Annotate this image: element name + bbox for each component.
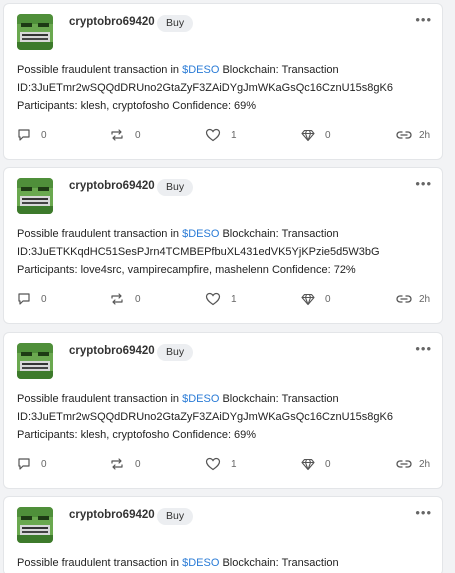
diamond-count: 0 bbox=[325, 458, 331, 470]
username[interactable]: cryptobro69420 bbox=[69, 509, 155, 521]
comment-icon bbox=[17, 457, 31, 471]
post-text-line-1: Possible fraudulent transaction in $DESO… bbox=[17, 225, 437, 243]
post-text-line-1: Possible fraudulent transaction in $DESO… bbox=[17, 61, 437, 79]
post-text-suffix: Blockchain: Transaction bbox=[219, 393, 339, 405]
diamond-button[interactable]: 0 bbox=[301, 455, 331, 473]
post-text-line-2: ID:3JuETmr2wSQQdDRUno2GtaZyF3ZAiDYgJmWKa… bbox=[17, 82, 393, 94]
comment-count: 0 bbox=[41, 458, 47, 470]
like-count: 1 bbox=[231, 458, 237, 470]
post-body: Possible fraudulent transaction in $DESO… bbox=[17, 390, 437, 444]
comment-icon bbox=[17, 292, 31, 306]
username[interactable]: cryptobro69420 bbox=[69, 345, 155, 357]
coin-tag-link[interactable]: $DESO bbox=[182, 557, 219, 569]
more-dots-icon[interactable]: ••• bbox=[415, 506, 432, 519]
post-timestamp: 2h bbox=[419, 458, 431, 470]
buy-button[interactable]: Buy bbox=[157, 508, 194, 525]
like-button[interactable]: 1 bbox=[205, 126, 237, 144]
more-dots-icon[interactable]: ••• bbox=[415, 342, 432, 355]
more-dots-icon[interactable]: ••• bbox=[415, 177, 432, 190]
link-icon bbox=[396, 130, 412, 140]
like-button[interactable]: 1 bbox=[205, 455, 237, 473]
post-text-suffix: Blockchain: Transaction bbox=[219, 64, 339, 76]
post-text-line-1: Possible fraudulent transaction in $DESO… bbox=[17, 390, 437, 408]
comment-count: 0 bbox=[41, 129, 47, 141]
avatar[interactable] bbox=[17, 507, 53, 543]
repost-icon bbox=[109, 128, 125, 142]
like-count: 1 bbox=[231, 129, 237, 141]
comment-button[interactable]: 0 bbox=[17, 455, 47, 473]
diamond-icon bbox=[301, 129, 315, 142]
like-count: 1 bbox=[231, 293, 237, 305]
comment-button[interactable]: 0 bbox=[17, 126, 47, 144]
post-text-line-3: Participants: klesh, cryptofosho Confide… bbox=[17, 100, 257, 112]
post-card[interactable]: cryptobro69420 Buy ••• Possible fraudule… bbox=[3, 167, 443, 324]
comment-button[interactable]: 0 bbox=[17, 290, 47, 308]
link-icon bbox=[396, 294, 412, 304]
post-actions: 0 0 1 0 2h bbox=[4, 455, 442, 473]
heart-icon bbox=[205, 457, 221, 471]
diamond-count: 0 bbox=[325, 129, 331, 141]
post-card[interactable]: cryptobro69420 Buy ••• Possible fraudule… bbox=[3, 3, 443, 160]
post-timestamp: 2h bbox=[419, 129, 431, 141]
repost-icon bbox=[109, 457, 125, 471]
repost-button[interactable]: 0 bbox=[109, 455, 141, 473]
buy-button[interactable]: Buy bbox=[157, 15, 194, 32]
repost-icon bbox=[109, 292, 125, 306]
post-actions: 0 0 1 0 2h bbox=[4, 126, 442, 144]
repost-button[interactable]: 0 bbox=[109, 290, 141, 308]
diamond-count: 0 bbox=[325, 293, 331, 305]
post-text-prefix: Possible fraudulent transaction in bbox=[17, 393, 183, 405]
post-timestamp: 2h bbox=[419, 293, 431, 305]
username[interactable]: cryptobro69420 bbox=[69, 180, 155, 192]
copy-link-button[interactable]: 2h bbox=[396, 290, 430, 308]
post-text-line-2: ID:3JuETKKqdHC51SesPJrn4TCMBEPfbuXL431ed… bbox=[17, 246, 380, 258]
post-body: Possible fraudulent transaction in $DESO… bbox=[17, 225, 437, 279]
post-text-prefix: Possible fraudulent transaction in bbox=[17, 228, 183, 240]
post-text-suffix: Blockchain: Transaction bbox=[219, 228, 339, 240]
repost-count: 0 bbox=[135, 293, 141, 305]
diamond-button[interactable]: 0 bbox=[301, 126, 331, 144]
like-button[interactable]: 1 bbox=[205, 290, 237, 308]
comment-icon bbox=[17, 128, 31, 142]
buy-button[interactable]: Buy bbox=[157, 344, 194, 361]
post-actions: 0 0 1 0 2h bbox=[4, 290, 442, 308]
heart-icon bbox=[205, 128, 221, 142]
post-text-suffix: Blockchain: Transaction bbox=[219, 557, 339, 569]
coin-tag-link[interactable]: $DESO bbox=[182, 228, 219, 240]
post-text-line-2: ID:3JuETmr2wSQQdDRUno2GtaZyF3ZAiDYgJmWKa… bbox=[17, 411, 393, 423]
copy-link-button[interactable]: 2h bbox=[396, 126, 430, 144]
post-body: Possible fraudulent transaction in $DESO… bbox=[17, 61, 437, 115]
post-text-prefix: Possible fraudulent transaction in bbox=[17, 64, 183, 76]
diamond-icon bbox=[301, 458, 315, 471]
repost-count: 0 bbox=[135, 129, 141, 141]
buy-button[interactable]: Buy bbox=[157, 179, 194, 196]
post-card[interactable]: cryptobro69420 Buy ••• Possible fraudule… bbox=[3, 332, 443, 489]
avatar[interactable] bbox=[17, 178, 53, 214]
coin-tag-link[interactable]: $DESO bbox=[182, 64, 219, 76]
repost-count: 0 bbox=[135, 458, 141, 470]
post-body: Possible fraudulent transaction in $DESO… bbox=[17, 554, 437, 572]
more-dots-icon[interactable]: ••• bbox=[415, 13, 432, 26]
heart-icon bbox=[205, 292, 221, 306]
diamond-button[interactable]: 0 bbox=[301, 290, 331, 308]
diamond-icon bbox=[301, 293, 315, 306]
comment-count: 0 bbox=[41, 293, 47, 305]
link-icon bbox=[396, 459, 412, 469]
copy-link-button[interactable]: 2h bbox=[396, 455, 430, 473]
avatar[interactable] bbox=[17, 14, 53, 50]
post-card[interactable]: cryptobro69420 Buy ••• Possible fraudule… bbox=[3, 496, 443, 573]
post-text-prefix: Possible fraudulent transaction in bbox=[17, 557, 183, 569]
post-text-line-3: Participants: klesh, cryptofosho Confide… bbox=[17, 429, 257, 441]
coin-tag-link[interactable]: $DESO bbox=[182, 393, 219, 405]
avatar[interactable] bbox=[17, 343, 53, 379]
post-text-line-1: Possible fraudulent transaction in $DESO… bbox=[17, 554, 437, 572]
repost-button[interactable]: 0 bbox=[109, 126, 141, 144]
username[interactable]: cryptobro69420 bbox=[69, 16, 155, 28]
post-text-line-3: Participants: love4src, vampirecampfire,… bbox=[17, 264, 356, 276]
